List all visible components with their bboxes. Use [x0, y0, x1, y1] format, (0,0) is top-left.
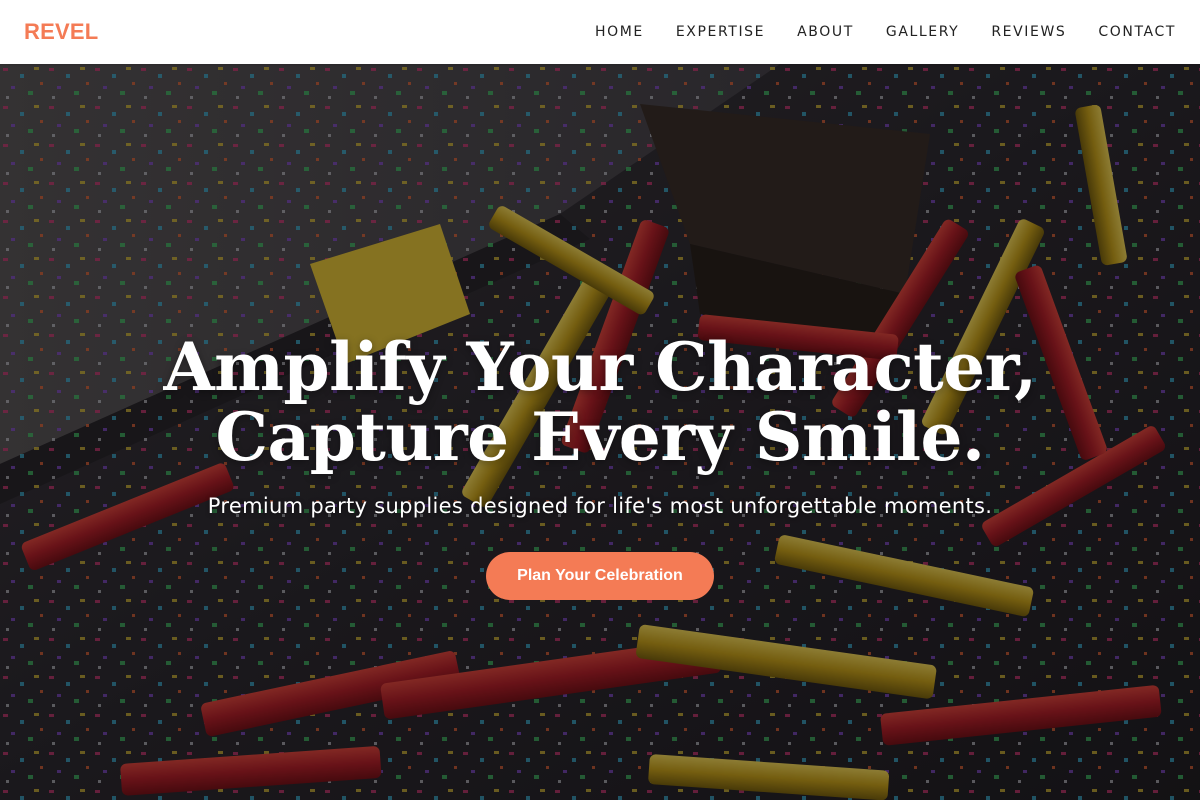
hero-headline-line-2: Capture Every Smile.	[215, 398, 985, 476]
brand-logo[interactable]: REVEL	[24, 19, 98, 45]
nav-link-contact[interactable]: CONTACT	[1098, 24, 1176, 40]
nav-link-expertise[interactable]: EXPERTISE	[676, 24, 765, 40]
nav-link-home[interactable]: HOME	[595, 24, 644, 40]
hero-headline: Amplify Your Character, Capture Every Sm…	[163, 328, 1037, 476]
nav-link-gallery[interactable]: GALLERY	[886, 24, 959, 40]
hero-content: Amplify Your Character, Capture Every Sm…	[0, 64, 1200, 800]
hero-subtitle: Premium party supplies designed for life…	[207, 494, 993, 518]
hero-headline-line-1: Amplify Your Character,	[163, 328, 1037, 406]
site-header: REVEL HOME EXPERTISE ABOUT GALLERY REVIE…	[0, 0, 1200, 64]
nav-link-about[interactable]: ABOUT	[797, 24, 854, 40]
plan-celebration-button[interactable]: Plan Your Celebration	[486, 552, 714, 600]
main-nav: HOME EXPERTISE ABOUT GALLERY REVIEWS CON…	[595, 24, 1176, 40]
nav-link-reviews[interactable]: REVIEWS	[991, 24, 1066, 40]
hero-section: Amplify Your Character, Capture Every Sm…	[0, 64, 1200, 800]
